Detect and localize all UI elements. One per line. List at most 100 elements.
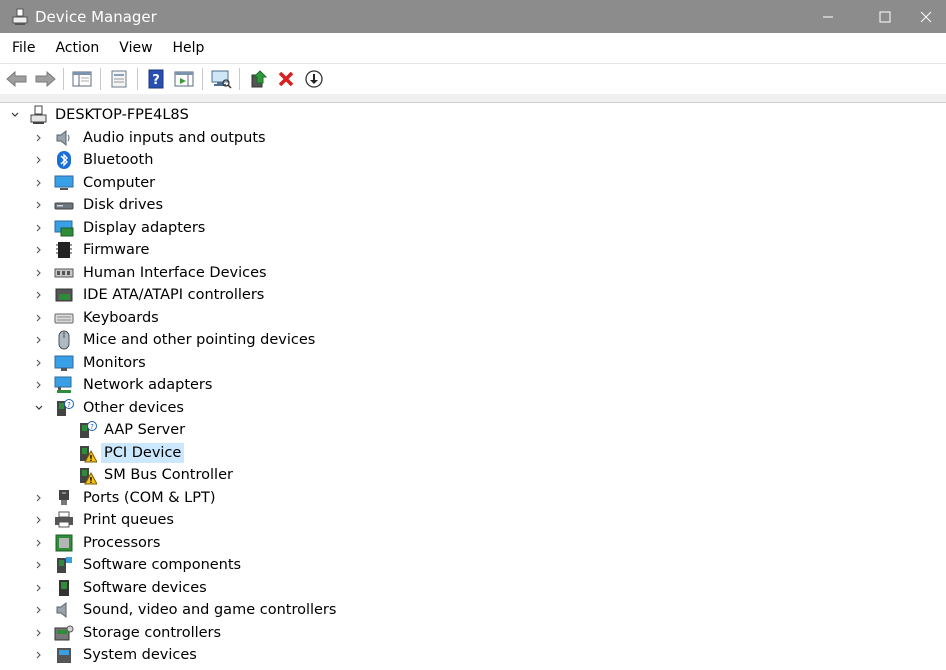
chevron-right-icon[interactable] — [33, 154, 45, 166]
tree-item-label: Storage controllers — [83, 625, 222, 641]
tree-item-monitors[interactable]: Monitors — [33, 352, 149, 374]
tree-item-human-interface-devices[interactable]: Human Interface Devices — [33, 262, 270, 284]
tree-item-print-queues[interactable]: Print queues — [33, 509, 177, 531]
back-button[interactable] — [5, 67, 29, 91]
close-button[interactable] — [920, 0, 946, 33]
tree-item-label: Processors — [83, 535, 161, 551]
chevron-right-icon[interactable] — [33, 514, 45, 526]
device-item-label: SM Bus Controller — [104, 467, 233, 483]
forward-icon — [35, 70, 56, 88]
chevron-right-icon[interactable] — [33, 312, 45, 324]
chevron-right-icon[interactable] — [33, 492, 45, 504]
device-item-label: AAP Server — [104, 422, 186, 438]
tree-item-firmware[interactable]: Firmware — [33, 239, 152, 261]
tree-item-keyboards[interactable]: Keyboards — [33, 307, 162, 329]
chevron-right-icon[interactable] — [33, 244, 45, 256]
tree-item-other-devices[interactable]: ? Other devices — [33, 397, 187, 419]
tree-item-label: Human Interface Devices — [83, 265, 267, 281]
menu-help[interactable]: Help — [163, 40, 215, 56]
back-icon — [6, 70, 27, 88]
update-driver-icon — [251, 70, 268, 88]
tree-item-computer[interactable]: Computer — [33, 172, 158, 194]
keyboard-icon — [54, 308, 74, 328]
other-devices-icon: ? — [54, 398, 74, 418]
tree-item-software-components[interactable]: Software components — [33, 554, 244, 576]
chevron-right-icon[interactable] — [33, 604, 45, 616]
menu-view[interactable]: View — [109, 40, 162, 56]
svg-text:!: ! — [89, 476, 93, 485]
chevron-down-icon[interactable] — [33, 402, 45, 414]
disable-device-button[interactable] — [302, 67, 326, 91]
chevron-right-icon[interactable] — [33, 289, 45, 301]
menu-action[interactable]: Action — [45, 40, 109, 56]
tree-item-storage-controllers[interactable]: Storage controllers — [33, 622, 224, 644]
tree-item-network-adapters[interactable]: Network adapters — [33, 374, 215, 396]
chevron-right-icon[interactable] — [33, 627, 45, 639]
chevron-right-icon[interactable] — [33, 267, 45, 279]
help-button[interactable]: ? — [144, 67, 168, 91]
action-pane-button[interactable] — [172, 67, 196, 91]
action-pane-icon — [174, 71, 194, 87]
hid-icon — [54, 263, 74, 283]
chevron-right-icon[interactable] — [33, 559, 45, 571]
tree-item-label: Bluetooth — [83, 152, 154, 168]
chevron-right-icon[interactable] — [33, 582, 45, 594]
chevron-right-icon[interactable] — [33, 222, 45, 234]
tree-item-processors[interactable]: Processors — [33, 532, 163, 554]
toolbar-divider — [0, 94, 946, 103]
storage-controller-icon — [54, 623, 74, 643]
uninstall-button[interactable] — [274, 67, 298, 91]
tree-item-label: Network adapters — [83, 377, 213, 393]
mouse-icon — [54, 330, 74, 350]
speaker-icon — [54, 128, 74, 148]
chevron-right-icon[interactable] — [33, 199, 45, 211]
tree-item-label: Print queues — [83, 512, 174, 528]
tree-item-sound-video-and-game-controllers[interactable]: Sound, video and game controllers — [33, 599, 339, 621]
tree-root[interactable]: DESKTOP-FPE4L8S — [9, 104, 192, 126]
tree-item-label: System devices — [83, 647, 197, 663]
scan-hardware-button[interactable] — [209, 67, 233, 91]
bluetooth-icon — [54, 150, 74, 170]
toolbar-separator — [100, 68, 101, 90]
tree-item-bluetooth[interactable]: Bluetooth — [33, 149, 156, 171]
chevron-right-icon[interactable] — [33, 379, 45, 391]
tree-item-label: Software devices — [83, 580, 207, 596]
tree-item-ide-ata-atapi-controllers[interactable]: IDE ATA/ATAPI controllers — [33, 284, 267, 306]
tree-item-label: Audio inputs and outputs — [83, 130, 266, 146]
tree-item-label: Firmware — [83, 242, 150, 258]
chevron-right-icon[interactable] — [33, 132, 45, 144]
tree-item-label: Mice and other pointing devices — [83, 332, 316, 348]
svg-text:?: ? — [67, 401, 71, 409]
tree-item-label: Other devices — [83, 400, 184, 416]
tree-item-mice-and-other-pointing-devices[interactable]: Mice and other pointing devices — [33, 329, 318, 351]
chevron-right-icon[interactable] — [33, 649, 45, 661]
tree-item-display-adapters[interactable]: Display adapters — [33, 217, 208, 239]
chevron-right-icon[interactable] — [33, 177, 45, 189]
device-item-aap-server[interactable]: ? AAP Server — [77, 419, 188, 441]
menu-file[interactable]: File — [0, 40, 45, 56]
update-driver-button[interactable] — [246, 67, 270, 91]
chevron-right-icon[interactable] — [33, 357, 45, 369]
show-hide-console-tree-button[interactable] — [70, 67, 94, 91]
device-item-pci-device[interactable]: ! PCI Device — [77, 442, 185, 464]
toolbar: ? — [0, 63, 946, 94]
chevron-down-icon[interactable] — [9, 109, 21, 121]
properties-button[interactable] — [107, 67, 131, 91]
maximize-button[interactable] — [862, 0, 908, 33]
tree-item-audio-inputs-and-outputs[interactable]: Audio inputs and outputs — [33, 127, 269, 149]
tree-item-disk-drives[interactable]: Disk drives — [33, 194, 166, 216]
chevron-right-icon[interactable] — [33, 537, 45, 549]
processor-icon — [54, 533, 74, 553]
tree-item-system-devices[interactable]: System devices — [33, 644, 200, 666]
software-component-icon — [54, 555, 74, 575]
tree-item-software-devices[interactable]: Software devices — [33, 577, 210, 599]
device-item-sm-bus-controller[interactable]: ! SM Bus Controller — [77, 464, 236, 486]
forward-button[interactable] — [33, 67, 57, 91]
chevron-right-icon[interactable] — [33, 334, 45, 346]
svg-text:?: ? — [152, 73, 160, 88]
maximize-icon — [879, 11, 891, 22]
minimize-button[interactable] — [805, 0, 851, 33]
tree-item-ports-com-lpt[interactable]: Ports (COM & LPT) — [33, 487, 218, 509]
tree-item-label: Sound, video and game controllers — [83, 602, 337, 618]
disable-device-icon — [305, 70, 323, 88]
